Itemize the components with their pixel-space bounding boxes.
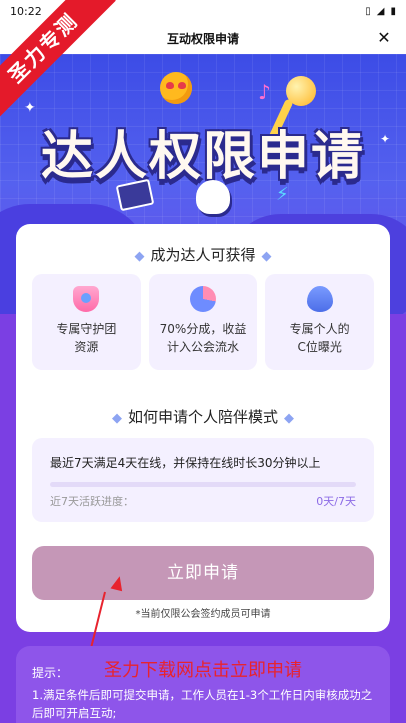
benefit-item: 专属守护团 资源 bbox=[32, 274, 141, 370]
progress-label: 近7天活跃进度： bbox=[50, 495, 134, 508]
benefit-line: 资源 bbox=[74, 340, 99, 354]
microphone-icon bbox=[286, 76, 316, 106]
apply-now-button[interactable]: 立即申请 bbox=[32, 546, 374, 600]
benefits-heading: ◆ 成为达人可获得 ◆ bbox=[16, 244, 390, 265]
shield-icon bbox=[73, 286, 100, 312]
requirement-text: 最近7天满足4天在线，并保持在线时长30分钟以上 bbox=[50, 456, 321, 470]
pie-chart-icon bbox=[190, 286, 216, 312]
benefit-item: 70%分成，收益 计入公会流水 bbox=[148, 274, 258, 370]
sparkle-icon: ✦ bbox=[380, 132, 391, 146]
mode-title: 如何申请个人陪伴模式 bbox=[127, 408, 278, 426]
status-time: 10:22 bbox=[10, 4, 42, 18]
annotation-text: 圣力下载网点击立即申请 bbox=[104, 660, 302, 681]
benefit-line: 70%分成，收益 bbox=[159, 322, 247, 336]
status-icons: ▯ ◢ ▮ bbox=[365, 6, 396, 17]
wifi-icon: ◢ bbox=[376, 5, 385, 17]
tips-text: 1.满足条件后即可提交申请，工作人员在1-3个工作日内审核成功之后即可开启互动; bbox=[32, 688, 373, 720]
diamond-icon: ◆ bbox=[261, 249, 272, 264]
apply-note: *当前仅限公会签约成员可申请 bbox=[135, 609, 271, 620]
diamond-icon: ◆ bbox=[134, 249, 145, 264]
lightning-icon: ⚡ bbox=[276, 184, 289, 205]
mode-heading: ◆ 如何申请个人陪伴模式 ◆ bbox=[16, 406, 390, 427]
progress-value: 0天/7天 bbox=[316, 495, 356, 508]
main-card: ◆ 成为达人可获得 ◆ 专属守护团 资源 70%分成，收益 计入公会流水 专属个人的… bbox=[16, 224, 390, 632]
benefits-title: 成为达人可获得 bbox=[150, 246, 256, 264]
music-note-icon: ♪ bbox=[258, 80, 271, 104]
hero-title: 达人权限申请 bbox=[40, 127, 365, 187]
diamond-icon: ◆ bbox=[284, 411, 294, 426]
benefit-text: 70%分成，收益 计入公会流水 bbox=[160, 320, 247, 356]
diamond-icon: ◆ bbox=[111, 411, 122, 426]
page-title: 互动权限申请 bbox=[166, 31, 239, 46]
close-icon[interactable]: ✕ bbox=[374, 28, 394, 48]
heart-eyes-emoji-icon bbox=[160, 72, 192, 104]
benefit-text: 专属个人的 C位曝光 bbox=[290, 320, 350, 356]
benefit-line: 专属守护团 bbox=[56, 322, 117, 336]
progress-track bbox=[50, 482, 356, 487]
benefit-line: 专属个人的 bbox=[289, 322, 350, 336]
tips-label: 提示： bbox=[32, 666, 69, 680]
hand-gesture-icon bbox=[196, 180, 230, 214]
benefit-list: 专属守护团 资源 70%分成，收益 计入公会流水 专属个人的 C位曝光 bbox=[32, 274, 375, 370]
vibrate-icon: ▯ bbox=[365, 5, 371, 17]
flame-icon bbox=[306, 286, 333, 312]
battery-icon: ▮ bbox=[390, 5, 396, 17]
benefit-text: 专属守护团 资源 bbox=[56, 320, 116, 356]
benefit-item: 专属个人的 C位曝光 bbox=[265, 274, 375, 370]
benefit-line: C位曝光 bbox=[297, 340, 342, 354]
benefit-line: 计入公会流水 bbox=[166, 340, 239, 354]
activity-progress-box: 最近7天满足4天在线，并保持在线时长30分钟以上 近7天活跃进度： 0天/7天 bbox=[32, 438, 374, 522]
